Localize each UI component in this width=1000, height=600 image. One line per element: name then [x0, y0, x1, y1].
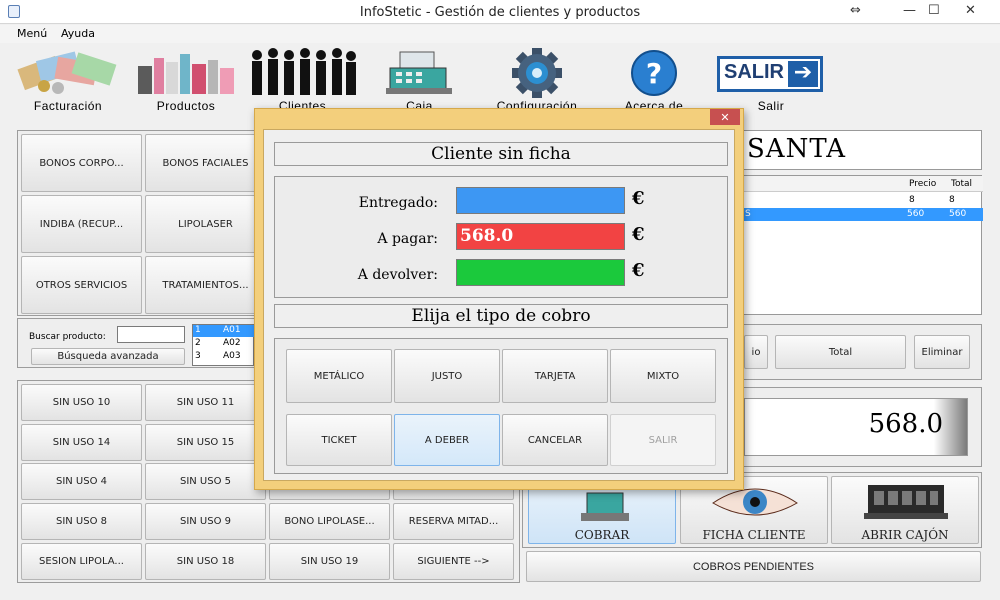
product-button[interactable]: SIN USO 11: [145, 384, 266, 421]
total-display: 568.0: [744, 398, 968, 456]
cash-drawer-icon: [864, 485, 948, 519]
pagar-field: 568.0: [456, 223, 625, 250]
product-button[interactable]: BONO LIPOLASE...: [269, 503, 390, 540]
total-amount: 568.0: [868, 409, 943, 439]
ticket-button[interactable]: TICKET: [286, 414, 392, 466]
entregado-field[interactable]: [456, 187, 625, 214]
client-name: SANTA: [747, 134, 847, 164]
arrow-right-icon: ➔: [788, 61, 818, 87]
close-window-icon[interactable]: ✕: [965, 3, 976, 18]
product-button[interactable]: SIN USO 15: [145, 424, 266, 461]
banknotes-icon: [17, 51, 117, 94]
a-deber-button[interactable]: A DEBER: [394, 414, 500, 466]
euro-symbol: €: [632, 260, 645, 281]
amounts-box: Entregado: € A pagar: 568.0 € A devolver…: [274, 176, 728, 298]
table-row[interactable]: 8 8: [743, 194, 983, 207]
cobrar-label: COBRAR: [574, 528, 630, 542]
people-icon: [251, 48, 356, 95]
productos-label: Productos: [156, 99, 216, 113]
product-button[interactable]: SIN USO 10: [21, 384, 142, 421]
cancelar-button[interactable]: CANCELAR: [502, 414, 608, 466]
pagar-label: A pagar:: [377, 231, 438, 247]
category-button[interactable]: LIPOLASER: [145, 195, 266, 253]
header-total: Total: [951, 179, 973, 189]
exit-sign-icon: SALIR ➔: [717, 56, 823, 92]
dialog-title: Cliente sin ficha: [274, 142, 728, 166]
search-input[interactable]: [117, 326, 185, 343]
category-button[interactable]: INDIBA (RECUP...: [21, 195, 142, 253]
toolbar-productos[interactable]: Productos: [130, 44, 242, 114]
toolbar-facturacion[interactable]: Facturación: [10, 44, 126, 114]
abrir-cajon-button[interactable]: ABRIR CAJÓN: [831, 476, 979, 544]
product-button[interactable]: SIN USO 8: [21, 503, 142, 540]
product-button[interactable]: SIN USO 9: [145, 503, 266, 540]
entregado-label: Entregado:: [358, 195, 438, 211]
exit-sign-text: SALIR: [724, 61, 784, 83]
product-button[interactable]: SIN USO 4: [21, 463, 142, 500]
toolbar-salir[interactable]: SALIR ➔ Salir: [715, 44, 827, 114]
tarjeta-button[interactable]: TARJETA: [502, 349, 608, 403]
payment-type-title: Elija el tipo de cobro: [274, 304, 728, 328]
total-button[interactable]: Total: [775, 335, 906, 369]
header-precio: Precio: [909, 179, 937, 189]
justo-button[interactable]: JUSTO: [394, 349, 500, 403]
facturacion-label: Facturación: [33, 99, 103, 113]
product-button[interactable]: SIN USO 5: [145, 463, 266, 500]
product-button[interactable]: SESION LIPOLA...: [21, 543, 142, 580]
euro-symbol: €: [632, 188, 645, 209]
category-button[interactable]: OTROS SERVICIOS: [21, 256, 142, 314]
advanced-search-button[interactable]: Búsqueda avanzada: [31, 348, 185, 365]
menu-item-ayuda[interactable]: Ayuda: [61, 27, 95, 40]
list-item[interactable]: 1 A01: [193, 325, 255, 337]
product-button[interactable]: RESERVA MITAD...: [393, 503, 514, 540]
partial-button[interactable]: io: [744, 335, 768, 369]
abrir-label: ABRIR CAJÓN: [861, 528, 949, 542]
category-button[interactable]: BONOS FACIALES: [145, 134, 266, 192]
cobros-pendientes-button[interactable]: COBROS PENDIENTES: [526, 551, 981, 582]
dialog-close-button[interactable]: ✕: [710, 109, 740, 125]
table-header: Precio Total: [743, 176, 983, 192]
ticket-table[interactable]: Precio Total 8 8 S 560 560: [742, 175, 983, 315]
devolver-field: [456, 259, 625, 286]
toolbar-clientes[interactable]: Clientes: [245, 44, 360, 114]
product-button[interactable]: SIN USO 18: [145, 543, 266, 580]
eliminar-button[interactable]: Eliminar: [914, 335, 970, 369]
menu-item-menu[interactable]: Menú: [17, 27, 47, 40]
gear-icon: [512, 48, 562, 98]
svg-text:?: ?: [646, 57, 662, 90]
menu-bar: Menú Ayuda: [0, 25, 1000, 43]
list-item[interactable]: 3 A03: [193, 351, 255, 363]
resize-icon[interactable]: ⇔: [850, 3, 861, 18]
list-item[interactable]: 2 A02: [193, 338, 255, 350]
cash-register-icon: [385, 51, 452, 94]
metalico-button[interactable]: METÁLICO: [286, 349, 392, 403]
help-icon: ?: [631, 50, 677, 96]
cosmetics-icon: [138, 54, 234, 94]
maximize-icon[interactable]: ☐: [928, 3, 940, 18]
devolver-label: A devolver:: [357, 267, 438, 283]
mixto-button[interactable]: MIXTO: [610, 349, 716, 403]
dialog-body: Cliente sin ficha Entregado: € A pagar: …: [263, 129, 735, 481]
search-results-list[interactable]: 1 A01 2 A02 3 A03: [192, 324, 255, 366]
ficha-label: FICHA CLIENTE: [702, 528, 806, 542]
category-button[interactable]: BONOS CORPO...: [21, 134, 142, 192]
search-label: Buscar producto:: [29, 332, 106, 342]
cobro-dialog: ✕ Cliente sin ficha Entregado: € A pagar…: [254, 108, 744, 490]
product-button[interactable]: SIN USO 14: [21, 424, 142, 461]
product-button[interactable]: SIN USO 19: [269, 543, 390, 580]
minimize-icon[interactable]: —: [903, 3, 916, 18]
title-bar: InfoStetic - Gestión de clientes y produ…: [0, 0, 1000, 24]
category-button[interactable]: TRATAMIENTOS...: [145, 256, 266, 314]
client-name-box: SANTA: [742, 130, 982, 170]
toolbar-acerca[interactable]: ? Acerca de: [606, 44, 702, 114]
euro-symbol: €: [632, 224, 645, 245]
salir-button-disabled[interactable]: SALIR: [610, 414, 716, 466]
table-row-selected[interactable]: S 560 560: [743, 208, 983, 221]
product-button[interactable]: SIGUIENTE -->: [393, 543, 514, 580]
toolbar-caja[interactable]: Caja: [372, 44, 467, 114]
toolbar-configuracion[interactable]: Configuración: [480, 44, 594, 114]
payment-buttons-box: METÁLICO JUSTO TARJETA MIXTO TICKET A DE…: [274, 338, 728, 474]
